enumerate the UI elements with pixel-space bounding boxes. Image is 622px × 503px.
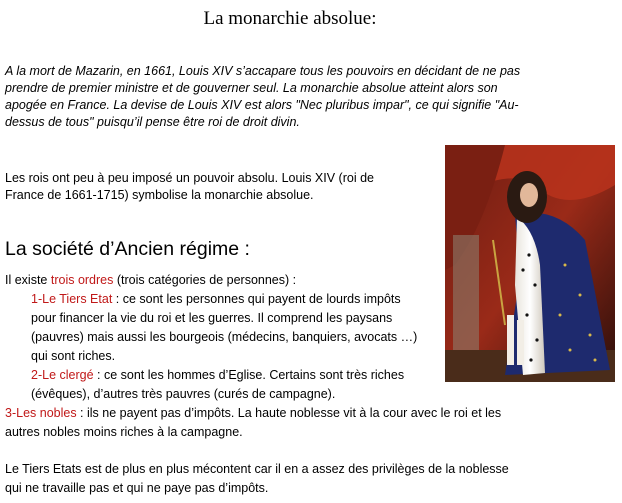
order-tiers-etat: 1-Le Tiers Etat : ce sont les personnes … [5,290,560,309]
orders-intro: Il existe trois ordres (trois catégories… [5,271,560,290]
orders-intro-text: Il existe [5,273,51,287]
order-clerge: 2-Le clergé : ce sont les hommes d’Eglis… [5,366,560,385]
kings-paragraph: Les rois ont peu à peu imposé un pouvoir… [5,170,425,204]
order-text-line: (évêques), d’autres très pauvres (curés … [31,387,336,401]
intro-line: apogée en France. La devise de Louis XIV… [5,98,519,112]
intro-line: A la mort de Mazarin, en 1661, Louis XIV… [5,64,521,78]
order-text-line: qui sont riches. [31,349,116,363]
order-label: 3-Les nobles [5,406,77,420]
kings-line: Les rois ont peu à peu imposé un pouvoir… [5,171,374,185]
order-text: : ce sont les personnes qui payent de lo… [112,292,401,306]
society-section: Il existe trois ordres (trois catégories… [5,271,560,442]
orders-intro-text: (trois catégories de personnes) : [113,273,297,287]
three-orders-term: trois ordres [50,273,114,287]
order-text: : ce sont les hommes d’Eglise. Certains … [93,368,405,382]
order-text: : ils ne payent pas d’impôts. La haute n… [76,406,502,420]
order-label: 2-Le clergé [31,368,94,382]
conclusion-line: Le Tiers Etats est de plus en plus mécon… [5,462,509,476]
intro-line: prendre de premier ministre et de gouver… [5,81,498,95]
page-title: La monarchie absolue: [203,8,377,29]
order-text-line: autres nobles moins riches à la campagne… [5,425,243,439]
order-text-line: (pauvres) mais aussi les bourgeois (méde… [31,330,418,344]
kings-line: France de 1661-1715) symbolise la monarc… [5,188,314,202]
intro-paragraph: A la mort de Mazarin, en 1661, Louis XIV… [5,63,565,131]
conclusion-line: qui ne travaille pas et qui ne paye pas … [5,481,269,495]
order-nobles: 3-Les nobles : ils ne payent pas d’impôt… [5,404,560,423]
intro-line: dessus de tous" puisqu’il pense être roi… [5,115,300,129]
order-label: 1-Le Tiers Etat [31,292,113,306]
order-text-line: pour financer la vie du roi et les guerr… [31,311,393,325]
conclusion-paragraph: Le Tiers Etats est de plus en plus mécon… [5,460,605,498]
section-heading: La société d’Ancien régime : [5,238,250,260]
